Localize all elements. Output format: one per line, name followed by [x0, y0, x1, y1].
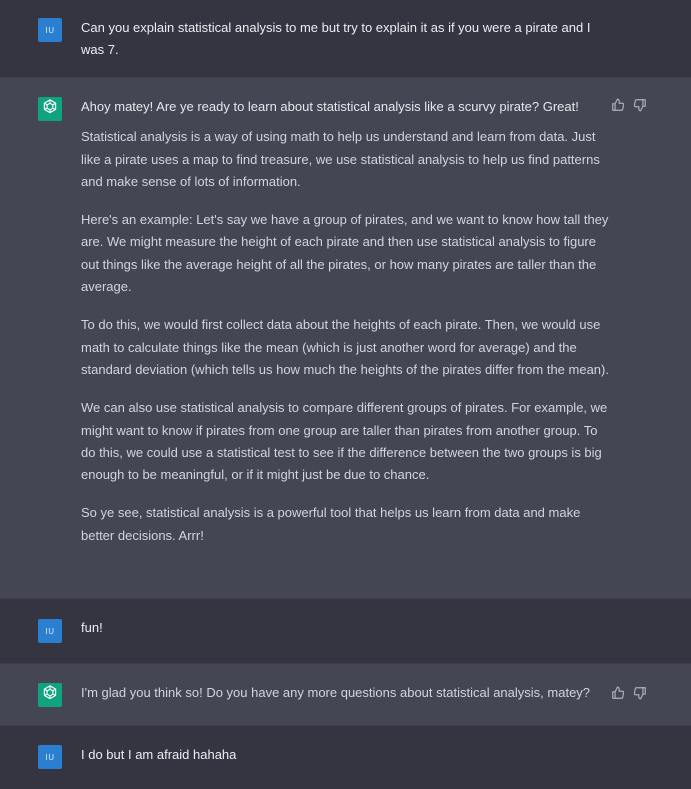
message-text: I do but I am afraid hahaha [81, 744, 609, 766]
user-avatar: IU [38, 745, 62, 769]
message-paragraph: Statistical analysis is a way of using m… [81, 129, 600, 189]
user-message: IU Can you explain statistical analysis … [0, 0, 691, 77]
message-paragraph: So ye see, statistical analysis is a pow… [81, 505, 581, 543]
assistant-message: I'm glad you think so! Do you have any m… [0, 663, 691, 726]
message-body: Can you explain statistical analysis to … [81, 20, 591, 58]
message-first-line: Ahoy matey! Are ye ready to learn about … [81, 99, 579, 114]
user-avatar: IU [38, 18, 62, 42]
openai-logo-icon [41, 98, 59, 121]
chat-thread: IU Can you explain statistical analysis … [0, 0, 691, 789]
user-message: IU I do but I am afraid hahaha [0, 726, 691, 789]
thumbs-down-icon[interactable] [633, 98, 647, 112]
thumbs-up-icon[interactable] [611, 686, 625, 700]
feedback-buttons [611, 98, 647, 112]
message-body: I'm glad you think so! Do you have any m… [81, 685, 591, 700]
thumbs-down-icon[interactable] [633, 686, 647, 700]
message-paragraph: Here's an example: Let's say we have a g… [81, 212, 609, 295]
message-paragraph: We can also use statistical analysis to … [81, 400, 608, 483]
message-text: fun! [81, 617, 609, 639]
user-avatar-initials: IU [45, 752, 55, 762]
assistant-avatar [38, 97, 62, 121]
user-message: IU fun! [0, 599, 691, 663]
assistant-avatar [38, 683, 62, 707]
message-text: Ahoy matey! Are ye ready to learn about … [81, 96, 609, 547]
message-text: Can you explain statistical analysis to … [81, 17, 606, 62]
feedback-buttons [611, 686, 647, 700]
message-text: I'm glad you think so! Do you have any m… [81, 682, 609, 704]
user-avatar-initials: IU [45, 626, 55, 636]
user-avatar-initials: IU [45, 25, 55, 35]
assistant-message: Ahoy matey! Are ye ready to learn about … [0, 77, 691, 599]
user-avatar: IU [38, 619, 62, 643]
thumbs-up-icon[interactable] [611, 98, 625, 112]
message-paragraph: To do this, we would first collect data … [81, 317, 609, 377]
openai-logo-icon [41, 684, 59, 707]
message-body: fun! [81, 620, 103, 635]
message-body: I do but I am afraid hahaha [81, 747, 237, 762]
